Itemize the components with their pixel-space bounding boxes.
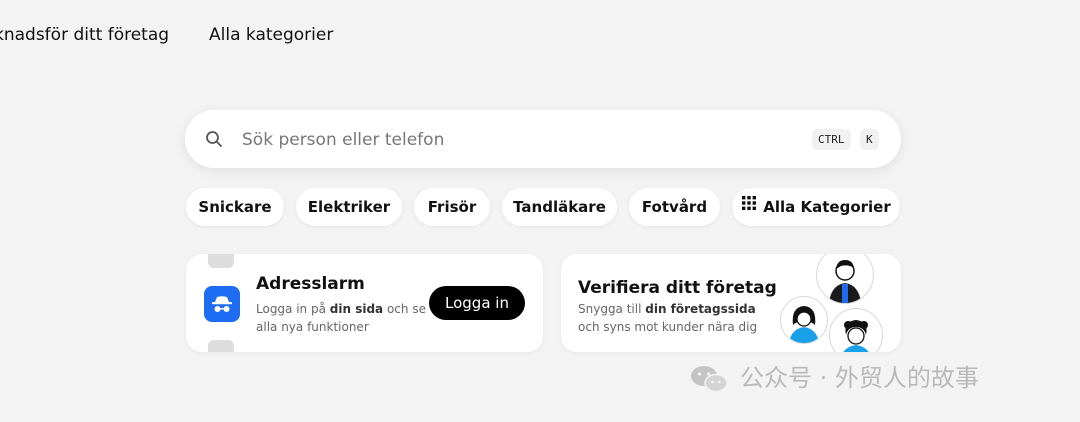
category-chip-snickare[interactable]: Snickare [186, 188, 284, 226]
person-avatar [816, 254, 874, 304]
all-categories-label: Alla Kategorier [763, 198, 891, 216]
search-input[interactable] [240, 124, 764, 156]
promo-card-adresslarm: Adresslarm Logga in på din sida och se a… [186, 254, 543, 352]
faded-app-icon [208, 254, 234, 268]
search-bar[interactable]: CTRL K [185, 110, 901, 168]
faded-app-icon [208, 340, 234, 352]
promo-card-verify-business[interactable]: Verifiera ditt företag Snygga till din f… [561, 254, 901, 352]
nav-link-marketing[interactable]: knadsför ditt företag [0, 25, 169, 45]
search-icon [205, 130, 223, 152]
card-description: Snygga till din företagssida och syns mo… [578, 302, 758, 334]
category-chip-elektriker[interactable]: Elektriker [296, 188, 402, 226]
all-categories-button[interactable]: Alla Kategorier [732, 188, 900, 226]
card-title: Adresslarm [256, 274, 365, 294]
watermark-text: 公众号 · 外贸人的故事 [740, 364, 979, 392]
nav-link-all-categories[interactable]: Alla kategorier [209, 25, 333, 45]
shortcut-key-k: K [860, 129, 879, 150]
wechat-icon [688, 364, 730, 402]
category-chip-fotvard[interactable]: Fotvård [629, 188, 720, 226]
card-title: Verifiera ditt företag [578, 278, 777, 298]
spy-icon [204, 286, 240, 322]
grid-icon [741, 187, 757, 225]
shortcut-key-ctrl: CTRL [812, 129, 851, 150]
category-chip-tandlakare[interactable]: Tandläkare [502, 188, 617, 226]
person-avatar [780, 296, 828, 344]
category-chip-frisor[interactable]: Frisör [414, 188, 490, 226]
login-button[interactable]: Logga in [429, 286, 525, 320]
card-description: Logga in på din sida och se alla nya fun… [256, 302, 426, 334]
person-avatar [829, 308, 883, 352]
